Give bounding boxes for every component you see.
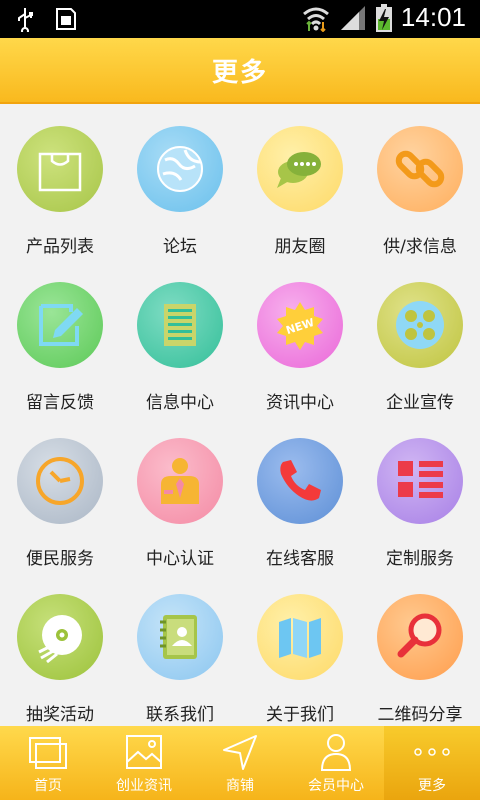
grid-item-custom-service[interactable]: 定制服务	[360, 416, 480, 572]
grid-item-label: 联系我们	[146, 705, 214, 725]
status-time: 14:01	[400, 2, 466, 32]
map-icon	[279, 618, 321, 658]
grid-item-circle	[377, 282, 463, 368]
grid-item-convenience[interactable]: 便民服务	[0, 416, 120, 572]
nav-label: 首页	[34, 778, 62, 794]
grid-item-label: 产品列表	[26, 237, 94, 257]
grid-item-circle	[377, 438, 463, 524]
grid-item-label: 信息中心	[146, 393, 214, 413]
nav-item-member-center[interactable]: 会员中心	[288, 726, 384, 800]
phone-icon	[280, 460, 321, 501]
grid-item-circle	[257, 438, 343, 524]
grid-item-circle	[377, 126, 463, 212]
grid-item-label: 论坛	[163, 237, 197, 257]
bottom-nav: 首页 创业资讯 商铺 会员中心 更多	[0, 726, 480, 800]
grid-list-icon	[398, 461, 443, 498]
chain-link-icon	[395, 150, 445, 188]
nav-label: 更多	[418, 778, 446, 794]
disc-icon	[38, 615, 82, 664]
sim-icon	[56, 8, 76, 30]
grid-item-label: 企业宣传	[386, 393, 454, 413]
usb-icon	[18, 8, 33, 32]
grid-item-label: 定制服务	[386, 549, 454, 569]
nav-label: 商铺	[226, 778, 254, 794]
shopping-bag-icon	[38, 152, 82, 192]
grid-item-news-center[interactable]: NEW 资讯中心	[240, 260, 360, 416]
signal-icon	[340, 5, 365, 30]
address-book-icon	[160, 615, 197, 659]
grid-item-label: 留言反馈	[26, 393, 94, 413]
grid-item-label: 二维码分享	[377, 705, 463, 725]
grid-item-label: 抽奖活动	[26, 705, 94, 725]
title-bar: 更多	[0, 38, 480, 104]
nav-label: 会员中心	[308, 778, 364, 794]
grid-item-moments[interactable]: 朋友圈	[240, 104, 360, 260]
grid-item-lottery[interactable]: 抽奖活动	[0, 572, 120, 728]
clock-icon	[36, 457, 84, 505]
grid-item-promotion[interactable]: 企业宣传	[360, 260, 480, 416]
grid-item-qr-share[interactable]: 二维码分享	[360, 572, 480, 728]
grid-item-label: 关于我们	[266, 705, 334, 725]
grid-item-circle	[137, 282, 223, 368]
feature-grid: 产品列表 论坛 朋友圈 供/求信息 留言反馈 信息中心 NEW 资讯中心 企业宣…	[0, 104, 480, 728]
nav-label: 创业资讯	[116, 778, 172, 794]
more-dots-icon	[414, 748, 450, 756]
grid-item-circle	[137, 438, 223, 524]
nav-item-startup-news[interactable]: 创业资讯	[96, 726, 192, 800]
grid-item-circle	[17, 126, 103, 212]
nav-item-more[interactable]: 更多	[384, 726, 480, 800]
new-badge-icon: NEW	[277, 302, 323, 350]
navigation-arrow-icon	[223, 735, 257, 770]
grid-item-contact-us[interactable]: 联系我们	[120, 572, 240, 728]
edit-note-icon	[39, 304, 83, 346]
magnifier-icon	[397, 613, 442, 658]
grid-item-circle	[137, 126, 223, 212]
grid-item-label: 资讯中心	[266, 393, 334, 413]
grid-item-circle	[137, 594, 223, 680]
page-title: 更多	[211, 57, 268, 88]
nav-item-shops[interactable]: 商铺	[192, 726, 288, 800]
person-badge-icon	[161, 458, 199, 504]
grid-item-circle	[377, 594, 463, 680]
notepad-icon	[164, 304, 196, 346]
grid-item-feedback[interactable]: 留言反馈	[0, 260, 120, 416]
status-bar: 14:01	[0, 0, 480, 38]
grid-item-label: 供/求信息	[383, 237, 457, 257]
pages-icon	[29, 737, 67, 769]
nav-item-home[interactable]: 首页	[0, 726, 96, 800]
grid-item-info-center[interactable]: 信息中心	[120, 260, 240, 416]
grid-item-label: 便民服务	[26, 549, 94, 569]
grid-item-circle	[17, 594, 103, 680]
grid-item-label: 朋友圈	[274, 237, 326, 257]
grid-item-circle	[257, 594, 343, 680]
chat-bubbles-icon	[277, 152, 321, 188]
grid-item-circle: NEW	[257, 282, 343, 368]
grid-item-circle	[257, 126, 343, 212]
grid-item-about-us[interactable]: 关于我们	[240, 572, 360, 728]
grid-item-certification[interactable]: 中心认证	[120, 416, 240, 572]
person-icon	[320, 734, 352, 771]
grid-item-online-service[interactable]: 在线客服	[240, 416, 360, 572]
picture-icon	[126, 735, 162, 769]
film-reel-icon	[396, 301, 444, 349]
grid-item-product-list[interactable]: 产品列表	[0, 104, 120, 260]
grid-item-forum[interactable]: 论坛	[120, 104, 240, 260]
battery-charging-icon	[375, 3, 392, 32]
grid-item-supply-demand[interactable]: 供/求信息	[360, 104, 480, 260]
globe-icon	[157, 146, 203, 192]
grid-item-circle	[17, 438, 103, 524]
grid-item-label: 在线客服	[266, 549, 334, 569]
grid-item-circle	[17, 282, 103, 368]
wifi-icon	[302, 7, 329, 32]
grid-item-label: 中心认证	[146, 549, 214, 569]
